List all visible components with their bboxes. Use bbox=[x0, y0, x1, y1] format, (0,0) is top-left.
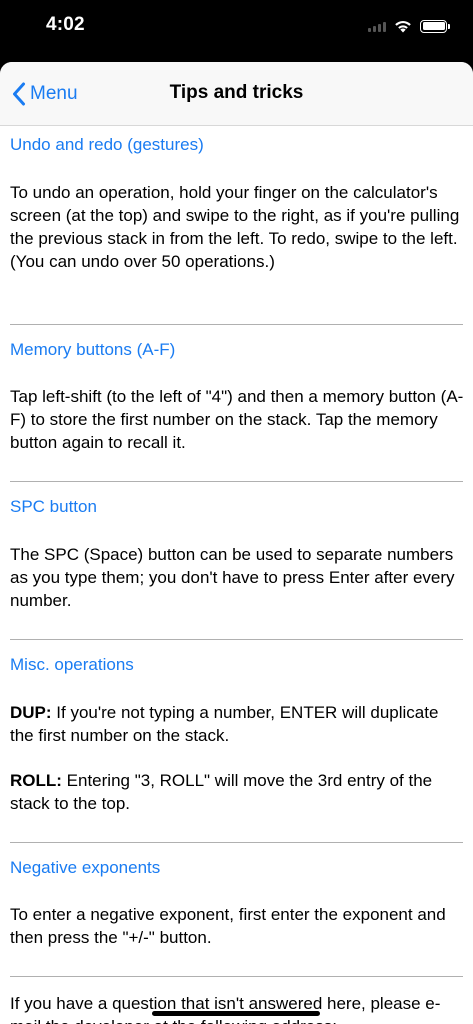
section-text-negative-exponents: To enter a negative exponent, first ente… bbox=[10, 905, 446, 947]
status-bar: 4:02 bbox=[0, 0, 473, 62]
wifi-icon bbox=[395, 21, 411, 33]
divider bbox=[10, 842, 463, 843]
misc-item-dup: DUP: If you're not typing a number, ENTE… bbox=[10, 701, 465, 747]
section-text-memory: Tap left-shift (to the left of "4") and … bbox=[10, 387, 464, 452]
section-text-undo: To undo an operation, hold your finger o… bbox=[10, 183, 460, 271]
divider bbox=[10, 639, 463, 640]
footer-text: If you have a question that isn't answer… bbox=[10, 994, 441, 1024]
navigation-bar: Menu Tips and tricks bbox=[0, 62, 473, 126]
cellular-signal-icon bbox=[368, 20, 386, 32]
misc-term-dup: DUP: bbox=[10, 703, 52, 722]
misc-item-roll: ROLL: Entering "3, ROLL" will move the 3… bbox=[10, 769, 465, 815]
divider bbox=[10, 976, 463, 977]
status-time: 4:02 bbox=[46, 14, 85, 35]
section-title-negative-exponents: Negative exponents bbox=[10, 858, 161, 877]
divider bbox=[10, 324, 463, 325]
section-title-spc: SPC button bbox=[10, 497, 97, 516]
home-indicator bbox=[152, 1011, 320, 1016]
misc-text-roll: Entering "3, ROLL" will move the 3rd ent… bbox=[10, 771, 433, 813]
section-text-spc: The SPC (Space) button can be used to se… bbox=[10, 545, 455, 610]
page-title: Tips and tricks bbox=[169, 82, 304, 103]
misc-text-dup: If you're not typing a number, ENTER wil… bbox=[10, 703, 439, 745]
section-title-memory: Memory buttons (A-F) bbox=[10, 340, 176, 359]
tips-sheet: Menu Tips and tricks Undo and redo (gest… bbox=[0, 62, 473, 1024]
battery-icon bbox=[420, 19, 450, 33]
divider bbox=[10, 481, 463, 482]
status-icons bbox=[368, 16, 450, 36]
section-title-undo: Undo and redo (gestures) bbox=[10, 135, 204, 154]
section-title-misc: Misc. operations bbox=[10, 655, 134, 674]
misc-term-roll: ROLL: bbox=[10, 771, 62, 790]
